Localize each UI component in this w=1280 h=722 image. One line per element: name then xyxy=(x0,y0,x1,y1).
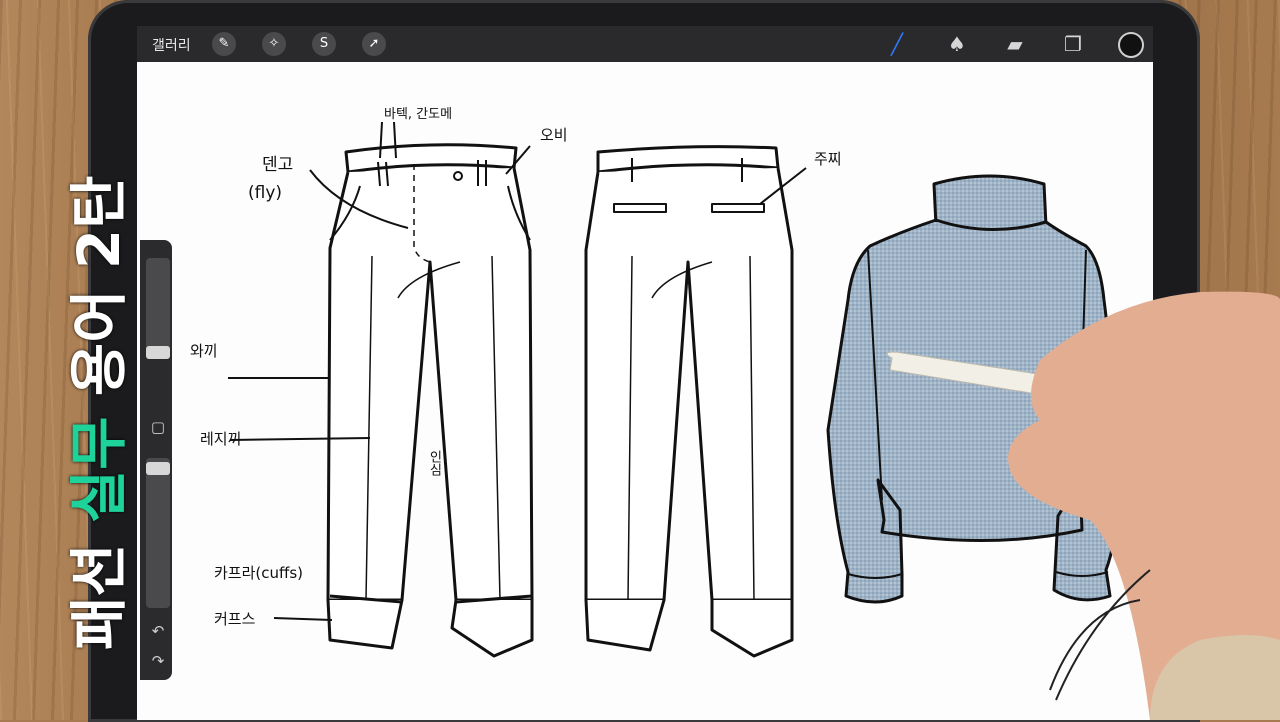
fly-label: 덴고 xyxy=(262,155,293,175)
inseam-label: 인심 xyxy=(427,450,442,476)
cuff-label-1: 카프라(cuffs) xyxy=(214,564,303,582)
beltloop-label: 바텍, 간도메 xyxy=(384,107,452,122)
outseam-label: 와끼 xyxy=(190,342,218,360)
pocket-label: 주찌 xyxy=(814,150,842,168)
title-part2: 용어 2탄 xyxy=(65,175,133,397)
waistband-label: 오비 xyxy=(540,126,568,144)
fly-en-label: (fly) xyxy=(248,183,282,203)
title-column: 패션 실무 용어 2탄 xyxy=(52,70,133,650)
sketch-layer: 바텍, 간도메 오비 덴고 (fly) 주찌 와끼 레지끼 인심 카프라(cuf… xyxy=(190,107,1280,720)
front-pants-sketch xyxy=(326,143,534,658)
title-part1: 패션 xyxy=(65,543,133,650)
back-pants-sketch xyxy=(584,145,794,658)
title-accent: 실무 xyxy=(65,416,133,524)
cuff-label-2: 커프스 xyxy=(214,610,256,628)
pleat-label: 레지끼 xyxy=(200,430,241,448)
